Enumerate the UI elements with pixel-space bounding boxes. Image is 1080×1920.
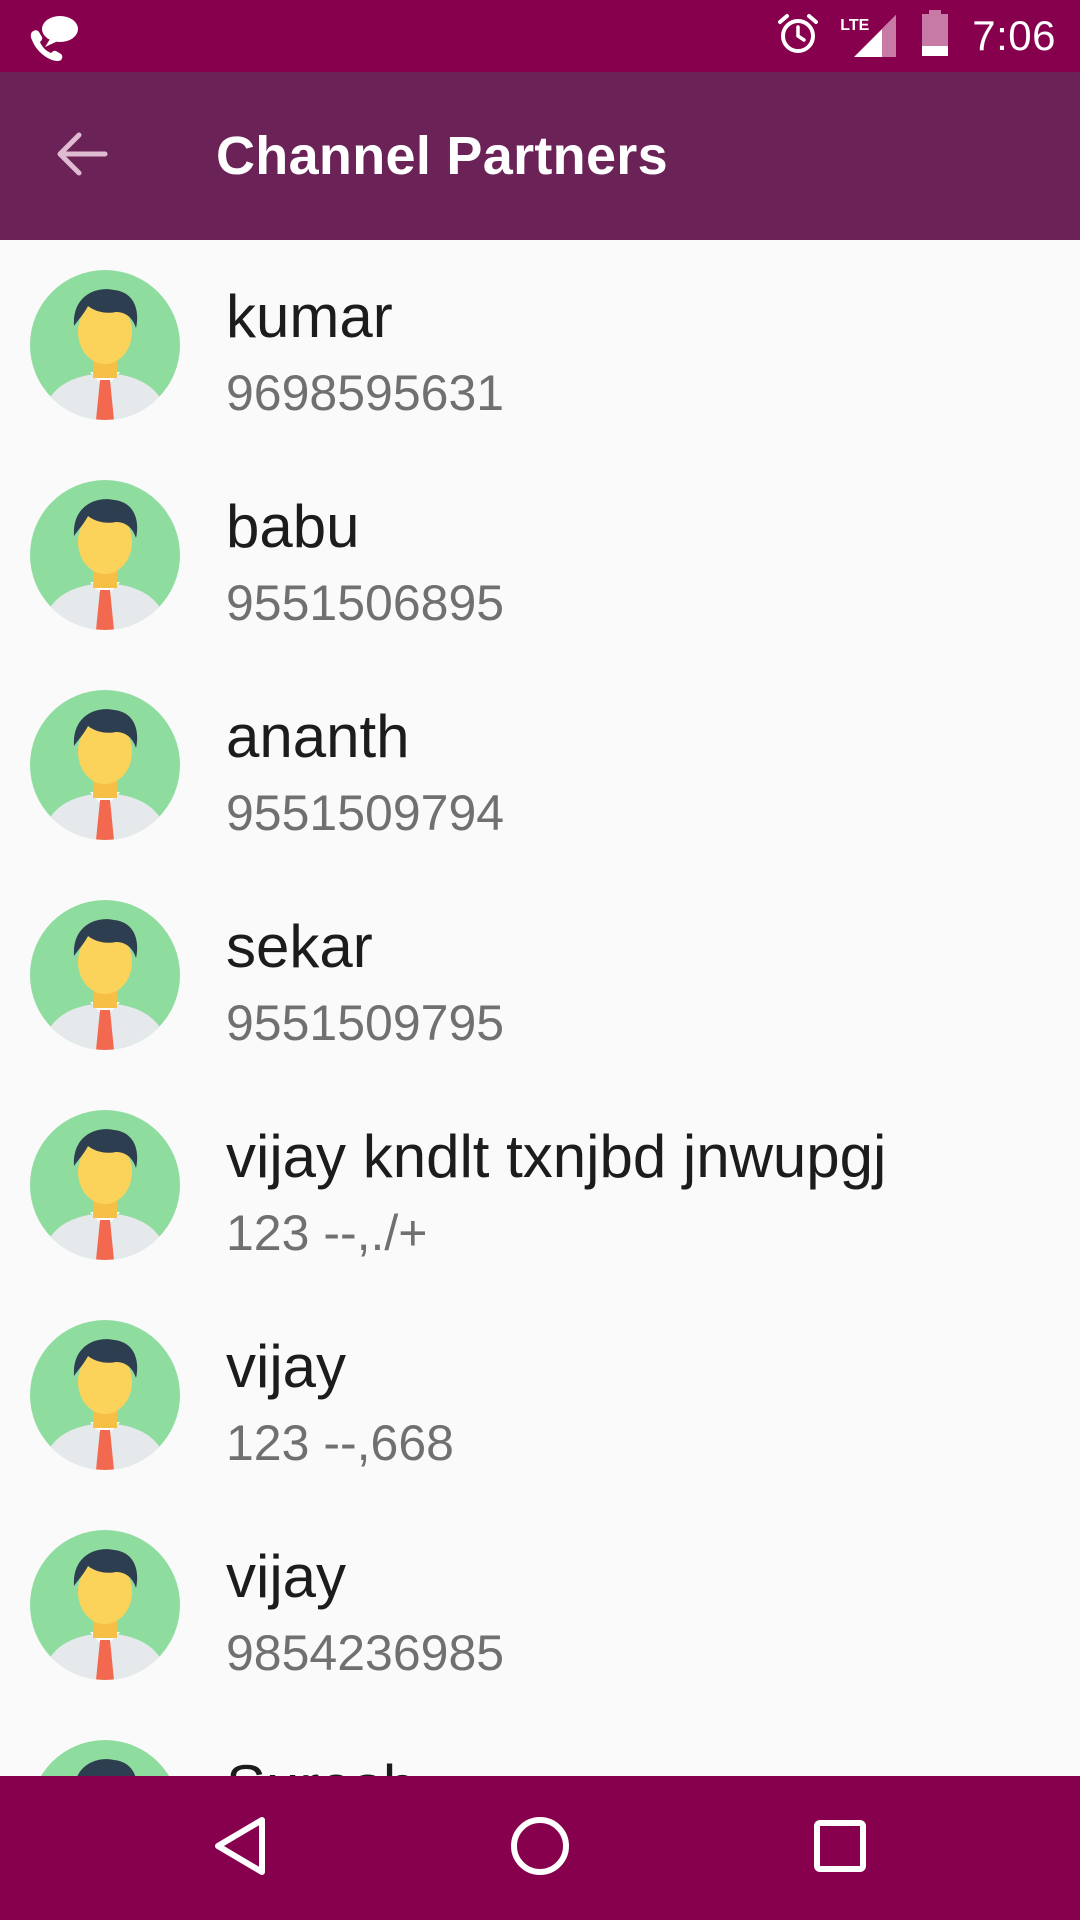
partner-phone: 9551509795 xyxy=(226,995,505,1051)
nav-home-button[interactable] xyxy=(490,1798,590,1898)
list-item[interactable]: sekar 9551509795 xyxy=(0,870,1080,1080)
page-title: Channel Partners xyxy=(216,126,668,186)
partner-list: kumar 9698595631 babu 9551506895 ananth … xyxy=(0,240,1080,1776)
avatar xyxy=(30,690,180,840)
partner-name: sekar xyxy=(226,913,373,980)
avatar xyxy=(30,900,180,1050)
list-item[interactable]: vijay kndlt txnjbd jnwupgj 123 --,./+ xyxy=(0,1080,1080,1290)
avatar xyxy=(30,270,180,420)
battery-icon xyxy=(920,9,950,63)
back-button[interactable] xyxy=(40,116,124,196)
navigation-bar xyxy=(0,1776,1080,1920)
status-bar: LTE 7:06 xyxy=(0,0,1080,72)
home-circle-icon xyxy=(508,1814,572,1883)
nav-recents-button[interactable] xyxy=(790,1798,890,1898)
partner-name: ananth xyxy=(226,703,410,770)
recents-square-icon xyxy=(810,1816,870,1881)
list-item[interactable]: Suresh xyxy=(0,1710,1080,1776)
avatar xyxy=(30,480,180,630)
partner-name: Suresh xyxy=(226,1752,416,1776)
list-item[interactable]: vijay 123 --,668 xyxy=(0,1290,1080,1500)
app-bar: Channel Partners xyxy=(0,72,1080,240)
alarm-icon xyxy=(776,12,820,61)
partner-name: kumar xyxy=(226,283,393,350)
partner-phone: 9551506895 xyxy=(226,575,505,631)
partner-name: babu xyxy=(226,493,360,560)
arrow-back-icon xyxy=(55,129,109,184)
back-triangle-icon xyxy=(210,1814,270,1883)
partner-phone: 9551509794 xyxy=(226,785,505,841)
partner-name: vijay xyxy=(226,1333,347,1400)
partner-phone: 9698595631 xyxy=(226,365,505,421)
list-item[interactable]: vijay 9854236985 xyxy=(0,1500,1080,1710)
list-item[interactable]: ananth 9551509794 xyxy=(0,660,1080,870)
partner-phone: 123 --,668 xyxy=(226,1415,454,1471)
status-time: 7:06 xyxy=(972,12,1056,59)
list-item[interactable]: kumar 9698595631 xyxy=(0,240,1080,450)
partner-name: vijay xyxy=(226,1543,347,1610)
partner-phone: 123 --,./+ xyxy=(226,1205,428,1261)
partner-phone: 9854236985 xyxy=(226,1625,505,1681)
signal-icon: LTE xyxy=(840,11,898,61)
avatar xyxy=(30,1320,180,1470)
nav-back-button[interactable] xyxy=(190,1798,290,1898)
avatar xyxy=(30,1740,180,1776)
list-item[interactable]: babu 9551506895 xyxy=(0,450,1080,660)
call-message-icon xyxy=(28,12,82,62)
network-type-label: LTE xyxy=(840,17,870,34)
partner-name: vijay kndlt txnjbd jnwupgj xyxy=(226,1123,887,1190)
avatar xyxy=(30,1530,180,1680)
avatar xyxy=(30,1110,180,1260)
